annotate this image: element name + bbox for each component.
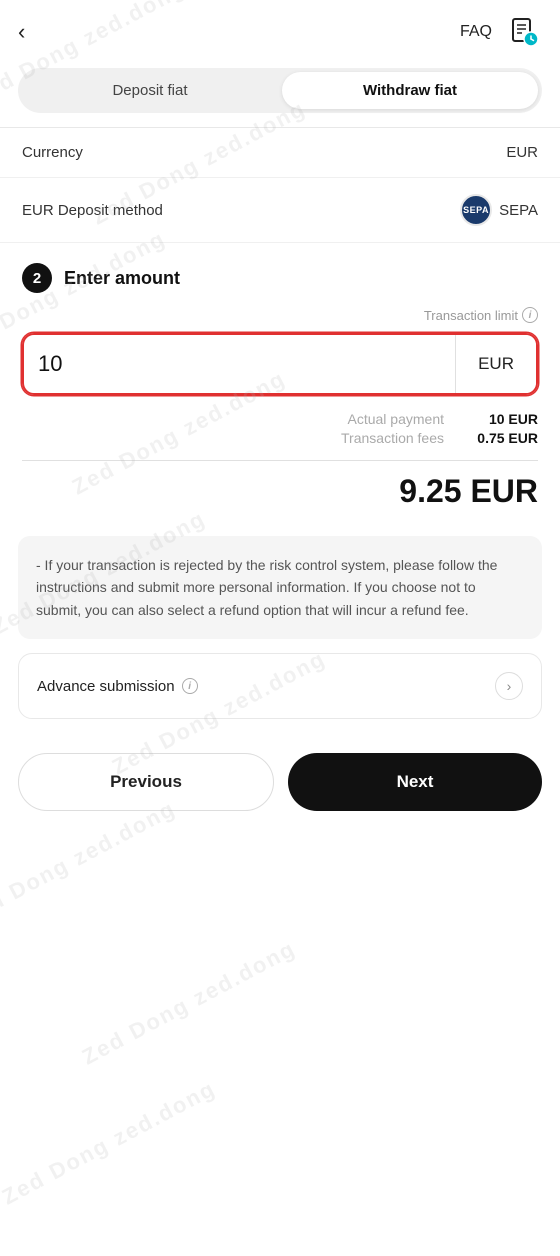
back-button[interactable]: ‹: [18, 19, 54, 45]
transaction-limit: Transaction limit i: [424, 307, 538, 323]
header: ‹ FAQ: [0, 0, 560, 60]
deposit-method-value: SEPA SEPA: [460, 194, 538, 226]
next-button[interactable]: Next: [288, 753, 542, 811]
back-icon: ‹: [18, 19, 25, 45]
transaction-fees-row: Transaction fees 0.75 EUR: [22, 430, 538, 446]
transaction-limit-row: Transaction limit i: [0, 303, 560, 329]
divider: [22, 460, 538, 461]
currency-label: Currency: [22, 144, 83, 161]
chevron-right-icon: ›: [495, 672, 523, 700]
total-amount-row: 9.25 EUR: [0, 469, 560, 522]
step-badge: 2: [22, 263, 52, 293]
actual-payment-row: Actual payment 10 EUR: [22, 411, 538, 427]
transaction-limit-info-icon[interactable]: i: [522, 307, 538, 323]
header-right: FAQ: [460, 14, 542, 50]
section-header: 2 Enter amount: [0, 243, 560, 303]
faq-link[interactable]: FAQ: [460, 23, 492, 41]
currency-value-text: EUR: [506, 144, 538, 161]
sepa-badge: SEPA: [460, 194, 492, 226]
advance-submission-text: Advance submission: [37, 678, 175, 695]
currency-value: EUR: [506, 144, 538, 161]
advance-submission-row[interactable]: Advance submission i ›: [18, 653, 542, 719]
actual-payment-value: 10 EUR: [458, 411, 538, 427]
section-title: Enter amount: [64, 268, 180, 289]
deposit-method-value-text: SEPA: [499, 202, 538, 219]
amount-input-container: EUR: [22, 333, 538, 395]
actual-payment-label: Actual payment: [348, 411, 445, 427]
tab-deposit-fiat[interactable]: Deposit fiat: [22, 72, 278, 109]
transaction-fees-value: 0.75 EUR: [458, 430, 538, 446]
amount-input[interactable]: [24, 335, 455, 393]
advance-submission-info-icon[interactable]: i: [182, 678, 198, 694]
info-box: - If your transaction is rejected by the…: [18, 536, 542, 639]
info-section: Currency EUR EUR Deposit method SEPA SEP…: [0, 127, 560, 243]
tab-withdraw-fiat[interactable]: Withdraw fiat: [282, 72, 538, 109]
currency-pill: EUR: [455, 335, 536, 393]
previous-button[interactable]: Previous: [18, 753, 274, 811]
transaction-limit-label: Transaction limit: [424, 308, 518, 323]
currency-row: Currency EUR: [0, 128, 560, 178]
tab-bar: Deposit fiat Withdraw fiat: [18, 68, 542, 113]
payment-details: Actual payment 10 EUR Transaction fees 0…: [0, 405, 560, 452]
total-amount: 9.25 EUR: [399, 473, 538, 510]
info-box-text: - If your transaction is rejected by the…: [36, 554, 524, 621]
transaction-fees-label: Transaction fees: [341, 430, 444, 446]
deposit-method-row: EUR Deposit method SEPA SEPA: [0, 178, 560, 243]
bottom-bar: Previous Next: [0, 737, 560, 835]
advance-submission-label: Advance submission i: [37, 678, 198, 695]
scan-icon-button[interactable]: [506, 14, 542, 50]
deposit-method-label: EUR Deposit method: [22, 202, 163, 219]
scan-icon: [509, 17, 539, 47]
